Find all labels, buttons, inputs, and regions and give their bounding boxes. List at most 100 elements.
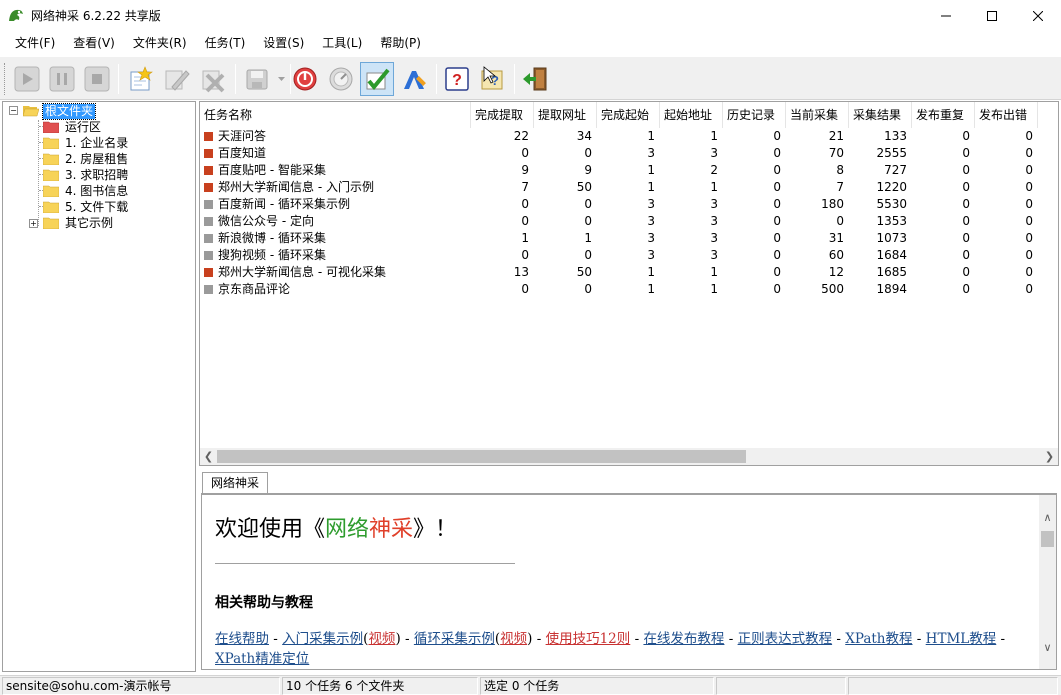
tree-node-3[interactable]: 3. 求职招聘 — [43, 167, 130, 183]
scroll-right-icon[interactable]: ❯ — [1041, 448, 1058, 465]
tree-collapse-toggle[interactable]: − — [9, 106, 18, 115]
menu-task[interactable]: 任务(T) — [198, 31, 253, 55]
pause-button[interactable] — [45, 62, 79, 96]
tree-label: 4. 图书信息 — [65, 183, 129, 198]
table-row[interactable]: 百度知道 0 0 3 3 0 70 2555 0 0 — [200, 145, 1038, 162]
table-cell: 1353 — [876, 214, 907, 228]
help-link[interactable]: 在线发布教程 — [643, 631, 724, 647]
close-button[interactable] — [1015, 0, 1061, 31]
column-header[interactable]: 完成起始 — [597, 102, 660, 128]
column-header[interactable]: 完成提取 — [471, 102, 534, 128]
save-button[interactable] — [240, 62, 274, 96]
table-row[interactable]: 百度新闻 - 循环采集示例 0 0 3 3 0 180 5530 0 0 — [200, 196, 1038, 213]
help-link[interactable]: 正则表达式教程 — [738, 631, 833, 647]
maximize-button[interactable] — [969, 0, 1015, 31]
monitor-button[interactable] — [324, 62, 358, 96]
help-link[interactable]: HTML教程 — [926, 631, 997, 647]
column-header[interactable]: 提取网址 — [534, 102, 597, 128]
help-link[interactable]: XPath精准定位 — [215, 651, 309, 667]
table-cell: 1685 — [876, 265, 907, 279]
exit-button[interactable] — [518, 62, 552, 96]
table-cell: 0 — [521, 248, 529, 262]
help-link[interactable]: 在线帮助 — [215, 631, 269, 647]
context-help-button[interactable]: ? — [476, 62, 510, 96]
help-link[interactable]: 入门采集示例 — [282, 631, 363, 647]
table-row[interactable]: 新浪微博 - 循环采集 1 1 3 3 0 31 1073 0 0 — [200, 230, 1038, 247]
minimize-button[interactable] — [923, 0, 969, 31]
column-header[interactable]: 起始地址 — [660, 102, 723, 128]
tree-node-4[interactable]: 4. 图书信息 — [43, 183, 130, 199]
folder-open-icon — [23, 106, 39, 117]
task-list[interactable]: 任务名称 完成提取 提取网址 完成起始 起始地址 历史记录 当前采集 采集结果 … — [199, 101, 1059, 466]
folder-icon — [43, 201, 59, 213]
toolbar-grip[interactable] — [4, 63, 7, 95]
column-header[interactable]: 历史记录 — [723, 102, 786, 128]
help-link[interactable]: XPath教程 — [845, 631, 912, 647]
scroll-left-icon[interactable]: ❮ — [200, 448, 217, 465]
check-button[interactable] — [360, 62, 394, 96]
column-header[interactable]: 发布重复 — [912, 102, 975, 128]
task-name-cell: 新浪微博 - 循环采集 — [200, 230, 471, 247]
save-dropdown[interactable] — [274, 62, 288, 96]
task-name: 百度知道 — [218, 146, 267, 160]
table-row[interactable]: 京东商品评论 0 0 1 1 0 500 1894 0 0 — [200, 281, 1038, 298]
new-task-button[interactable] — [123, 62, 157, 96]
power-button[interactable] — [288, 62, 322, 96]
stop-button[interactable] — [80, 62, 114, 96]
task-name: 天涯问答 — [218, 129, 267, 143]
tab-strip: 网络神采 — [199, 470, 1059, 494]
scroll-thumb[interactable] — [217, 450, 746, 463]
scroll-down-icon[interactable]: ∨ — [1039, 639, 1056, 656]
table-row[interactable]: 搜狗视频 - 循环采集 0 0 3 3 0 60 1684 0 0 — [200, 247, 1038, 264]
vertical-scrollbar[interactable]: ∧ ∨ — [1039, 495, 1056, 669]
tree-node-other[interactable]: 其它示例 — [43, 215, 115, 231]
menu-folder[interactable]: 文件夹(R) — [126, 31, 194, 55]
test-tools-button[interactable] — [397, 62, 431, 96]
table-cell: 0 — [773, 197, 781, 211]
tree-node-2[interactable]: 2. 房屋租售 — [43, 151, 130, 167]
menu-settings[interactable]: 设置(S) — [256, 31, 311, 55]
start-button[interactable] — [10, 62, 44, 96]
table-cell: 1 — [710, 265, 718, 279]
video-link[interactable]: 视频 — [500, 631, 527, 647]
menu-help[interactable]: 帮助(P) — [373, 31, 428, 55]
tree-node-root[interactable]: 根文件夹 — [23, 102, 97, 120]
task-state-icon — [204, 285, 213, 294]
task-name-cell: 搜狗视频 - 循环采集 — [200, 247, 471, 264]
help-link[interactable]: 使用技巧12则 — [546, 631, 631, 647]
tab-welcome[interactable]: 网络神采 — [202, 472, 269, 494]
folder-icon — [43, 137, 59, 149]
folder-tree[interactable]: − 根文件夹 运行区 1. 企业名录 2. 房屋租售 3. 求职招聘 4. 图书… — [2, 101, 196, 672]
horizontal-scrollbar[interactable]: ❮ ❯ — [200, 448, 1058, 465]
table-row[interactable]: 百度贴吧 - 智能采集 9 9 1 2 0 8 727 0 0 — [200, 162, 1038, 179]
menu-file[interactable]: 文件(F) — [8, 31, 62, 55]
scroll-up-icon[interactable]: ∧ — [1039, 509, 1056, 526]
tree-expand-toggle[interactable]: + — [29, 219, 38, 228]
column-header[interactable]: 发布出错 — [975, 102, 1038, 128]
delete-task-icon — [202, 70, 225, 93]
column-header[interactable]: 当前采集 — [786, 102, 849, 128]
table-row[interactable]: 郑州大学新闻信息 - 可视化采集 13 50 1 1 0 12 1685 0 0 — [200, 264, 1038, 281]
help-button[interactable]: ? — [440, 62, 474, 96]
edit-task-button[interactable] — [159, 62, 193, 96]
table-cell: 31 — [828, 231, 844, 245]
table-row[interactable]: 微信公众号 - 定向 0 0 3 3 0 0 1353 0 0 — [200, 213, 1038, 230]
tree-node-running[interactable]: 运行区 — [43, 119, 103, 135]
table-row[interactable]: 郑州大学新闻信息 - 入门示例 7 50 1 1 0 7 1220 0 0 — [200, 179, 1038, 196]
column-header[interactable]: 采集结果 — [849, 102, 912, 128]
menu-tools[interactable]: 工具(L) — [315, 31, 369, 55]
delete-task-button[interactable] — [195, 62, 229, 96]
video-link[interactable]: 视频 — [368, 631, 395, 647]
task-state-icon — [204, 251, 213, 260]
column-header-name[interactable]: 任务名称 — [200, 102, 471, 128]
menu-view[interactable]: 查看(V) — [66, 31, 122, 55]
tree-node-1[interactable]: 1. 企业名录 — [43, 135, 130, 151]
scroll-thumb[interactable] — [1041, 531, 1054, 547]
pause-icon — [49, 66, 75, 92]
table-cell: 1 — [647, 265, 655, 279]
tree-node-5[interactable]: 5. 文件下载 — [43, 199, 130, 215]
table-cell: 3 — [647, 197, 655, 211]
table-row[interactable]: 天涯问答 22 34 1 1 0 21 133 0 0 — [200, 128, 1038, 145]
help-link[interactable]: 循环采集示例 — [414, 631, 495, 647]
welcome-browser[interactable]: 欢迎使用《网络神采》！ 相关帮助与教程 在线帮助 - 入门采集示例(视频) - … — [201, 493, 1057, 670]
